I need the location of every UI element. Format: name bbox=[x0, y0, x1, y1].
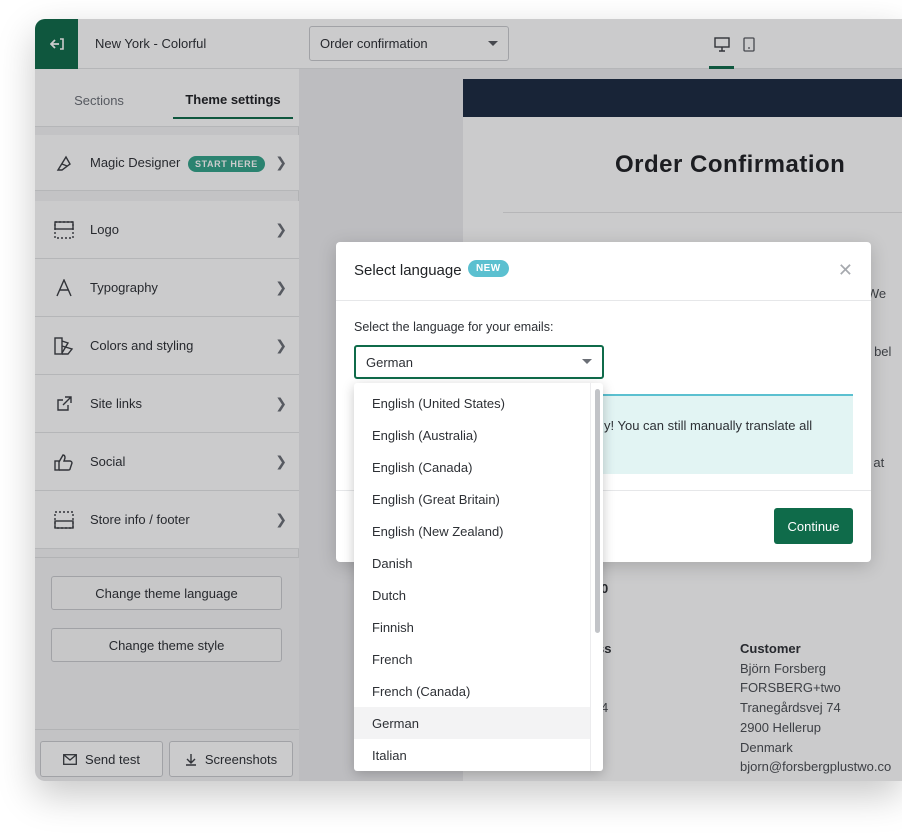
language-select[interactable]: German bbox=[354, 345, 604, 379]
language-option[interactable]: French bbox=[354, 643, 590, 675]
modal-title: Select language bbox=[354, 262, 462, 279]
language-option[interactable]: French (Canada) bbox=[354, 675, 590, 707]
language-field-label: Select the language for your emails: bbox=[354, 320, 554, 334]
language-option-selected[interactable]: German bbox=[354, 707, 590, 739]
language-option[interactable]: Dutch bbox=[354, 579, 590, 611]
language-select-value: German bbox=[366, 354, 413, 370]
scrollbar-track bbox=[590, 383, 591, 771]
language-options: English (United States) English (Austral… bbox=[354, 387, 590, 771]
language-option[interactable]: Italian bbox=[354, 739, 590, 771]
language-dropdown: English (United States) English (Austral… bbox=[354, 383, 603, 771]
info-banner-text: y! You can still manually translate all bbox=[604, 418, 813, 433]
close-icon[interactable]: ✕ bbox=[838, 260, 853, 281]
language-option[interactable]: English (New Zealand) bbox=[354, 515, 590, 547]
language-option[interactable]: English (Canada) bbox=[354, 451, 590, 483]
continue-button[interactable]: Continue bbox=[774, 508, 853, 544]
app-window: New York - Colorful Sections Theme setti… bbox=[35, 19, 902, 781]
new-badge: NEW bbox=[468, 260, 509, 277]
language-option[interactable]: Finnish bbox=[354, 611, 590, 643]
language-option[interactable]: English (Australia) bbox=[354, 419, 590, 451]
divider bbox=[336, 300, 871, 301]
language-option[interactable]: Danish bbox=[354, 547, 590, 579]
chevron-down-icon bbox=[582, 359, 592, 364]
language-option[interactable]: English (Great Britain) bbox=[354, 483, 590, 515]
language-option[interactable]: English (United States) bbox=[354, 387, 590, 419]
scrollbar-thumb[interactable] bbox=[595, 389, 600, 633]
